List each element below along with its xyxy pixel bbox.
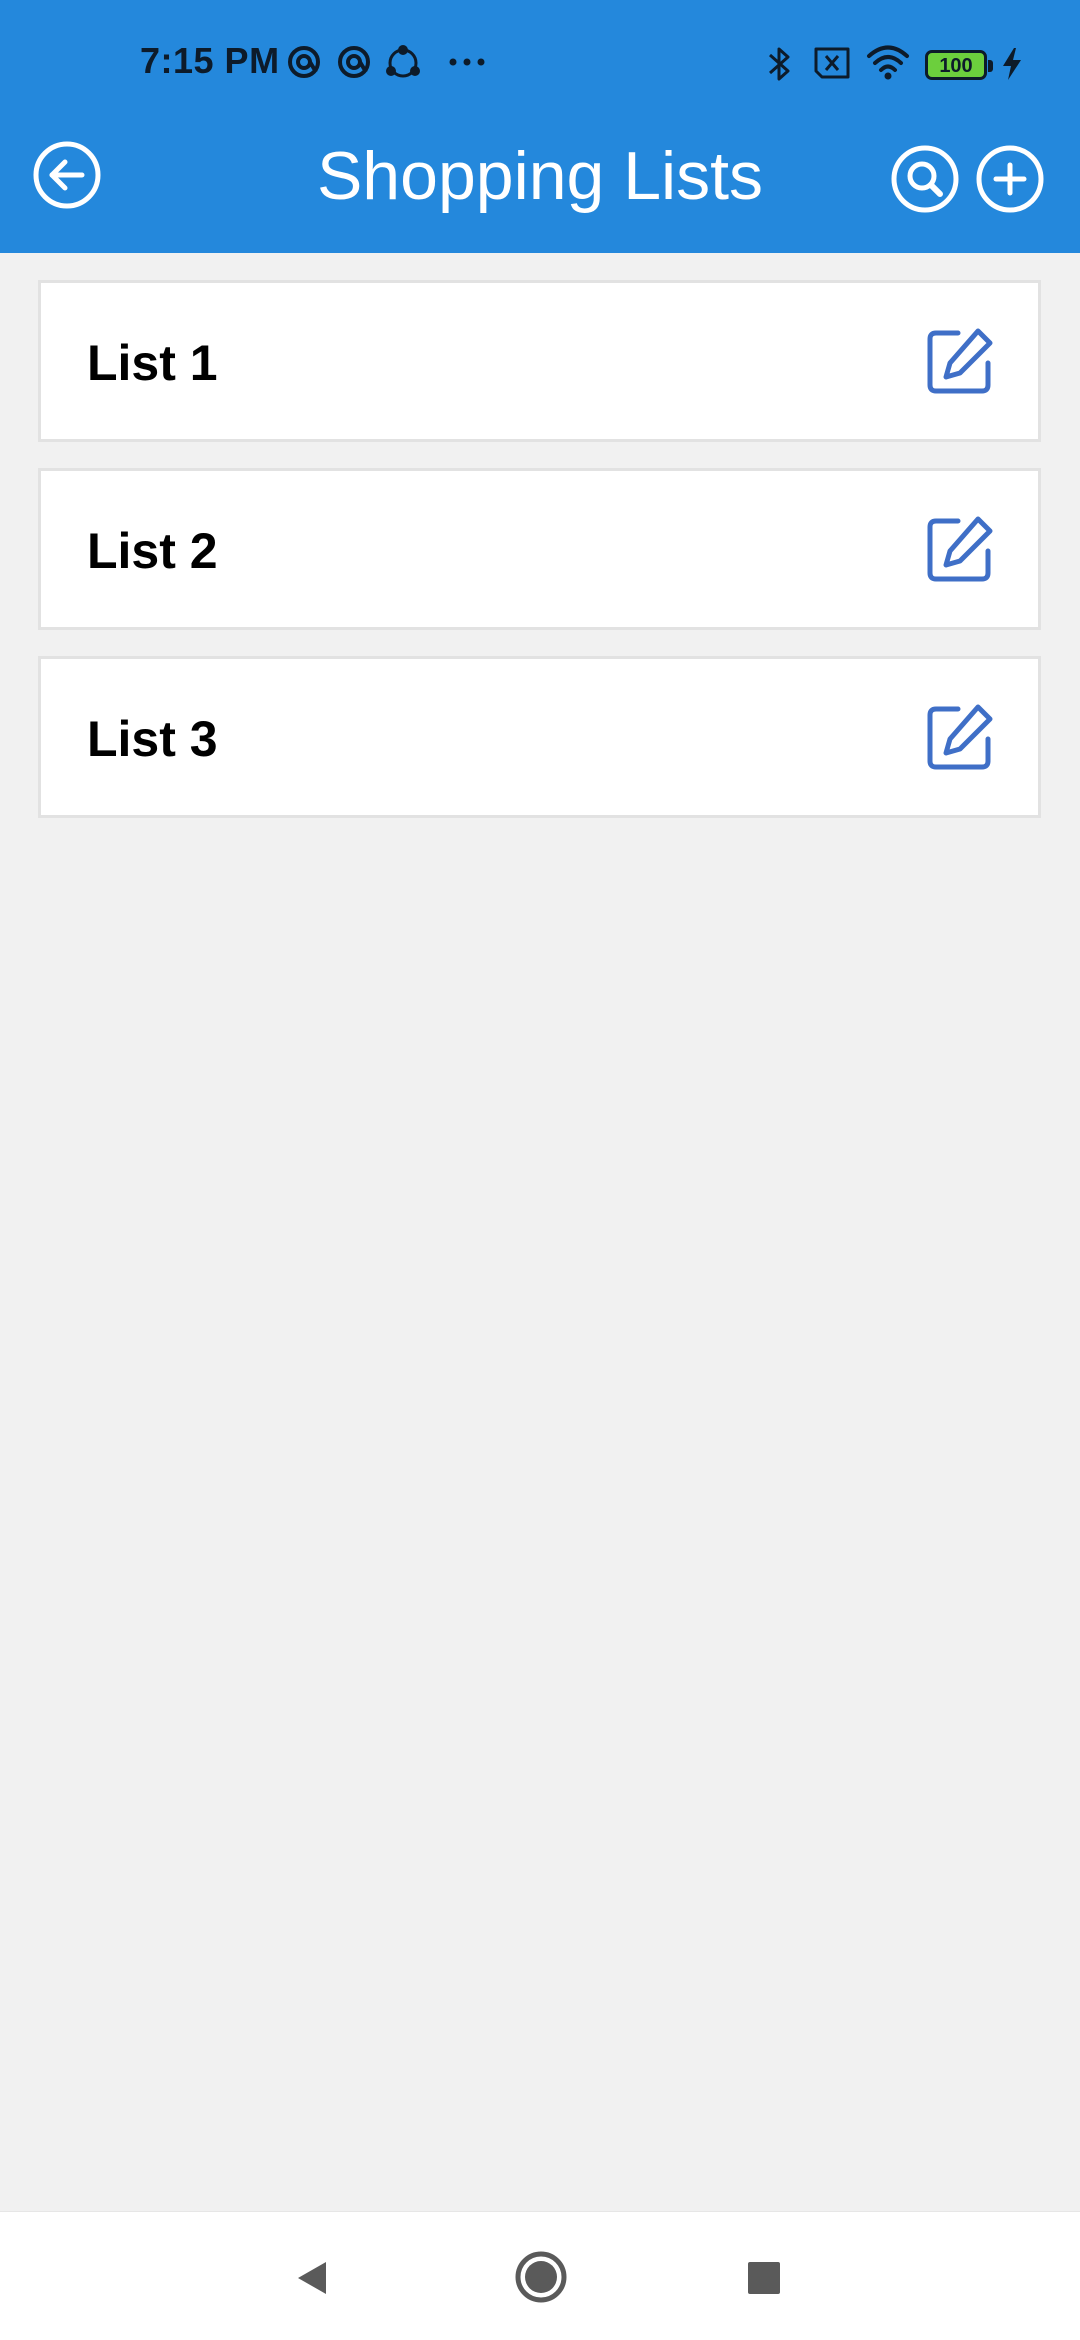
search-button[interactable] xyxy=(890,144,960,214)
navigation-bar xyxy=(0,2211,1080,2340)
list-item[interactable]: List 2 xyxy=(38,468,1041,630)
at-sign-icon xyxy=(338,46,370,78)
edit-icon[interactable] xyxy=(924,327,994,397)
status-bar: 7:15 PM 100 xyxy=(0,28,1080,98)
list-item[interactable]: List 3 xyxy=(38,656,1041,818)
status-time: 7:15 PM xyxy=(140,40,280,81)
shopping-lists: List 1 List 2 List 3 xyxy=(38,280,1041,844)
list-item-label: List 2 xyxy=(87,523,218,579)
wifi-icon xyxy=(867,45,909,80)
list-item-label: List 3 xyxy=(87,711,218,767)
battery-level: 100 xyxy=(939,55,973,77)
charging-bolt-icon xyxy=(1003,48,1021,80)
list-item[interactable]: List 1 xyxy=(38,280,1041,442)
edit-icon[interactable] xyxy=(924,703,994,773)
at-sign-icon xyxy=(288,46,320,78)
bluetooth-icon xyxy=(769,47,790,81)
edit-icon[interactable] xyxy=(924,515,994,585)
app-bar: 7:15 PM 100 Shopping Lists xyxy=(0,0,1080,253)
nav-recents-icon[interactable] xyxy=(746,2260,782,2296)
share-nodes-icon xyxy=(386,45,420,78)
battery-icon: 100 xyxy=(925,50,993,80)
no-sim-icon xyxy=(814,47,850,79)
nav-back-icon[interactable] xyxy=(292,2258,332,2298)
nav-home-icon[interactable] xyxy=(514,2250,568,2304)
more-dots-icon xyxy=(449,58,485,66)
screen: 7:15 PM 100 Shopping Lists List 1 List 2… xyxy=(0,0,1080,2340)
add-list-button[interactable] xyxy=(975,144,1045,214)
list-item-label: List 1 xyxy=(87,335,218,391)
